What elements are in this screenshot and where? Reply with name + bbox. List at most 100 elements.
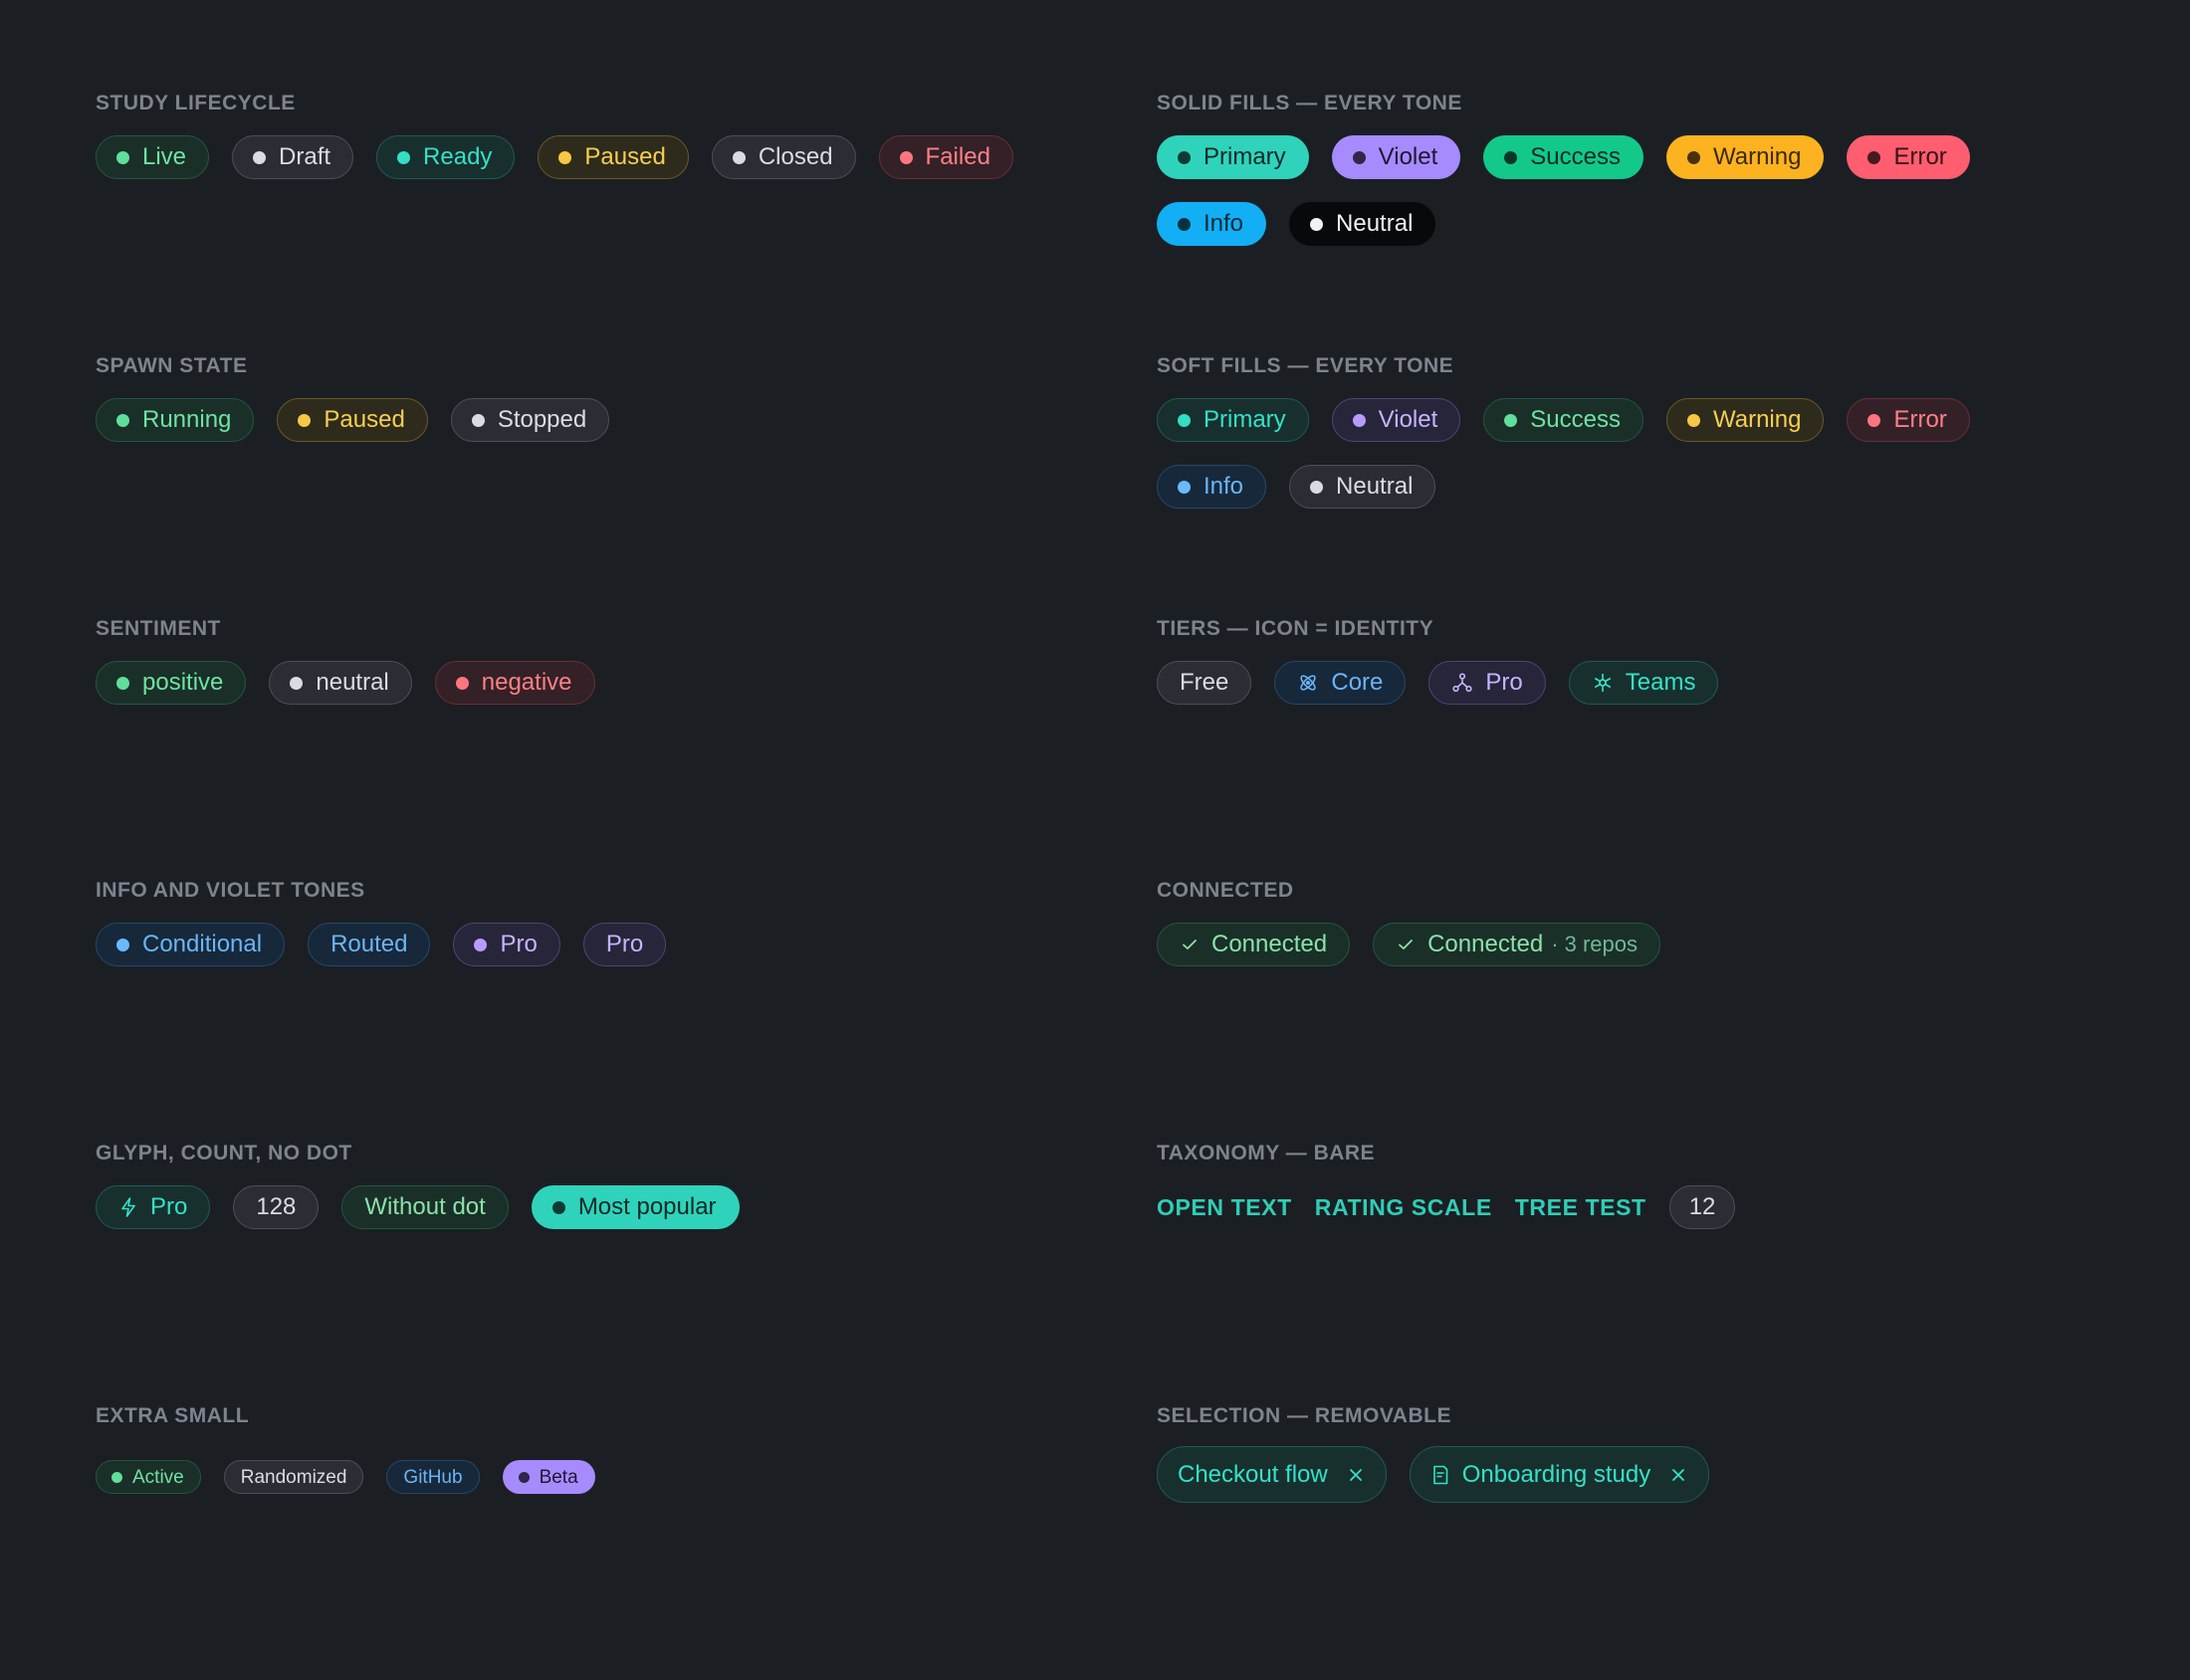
badge-label: Running [142, 406, 232, 433]
badge-closed: Closed [711, 135, 856, 179]
badge-paused: Paused [277, 398, 428, 442]
badge-label: Error [1893, 143, 1947, 170]
status-dot [474, 938, 488, 951]
status-dot [116, 150, 129, 164]
badge-label: neutral [316, 669, 389, 696]
badge-solid-success: Success [1483, 135, 1643, 179]
status-dot [455, 676, 469, 690]
repo-count: · 3 repos [1551, 932, 1639, 956]
status-dot [1310, 217, 1324, 231]
status-dot [1504, 413, 1518, 427]
status-dot [1686, 413, 1700, 427]
badge-github: GitHub [386, 1460, 480, 1494]
badge-label: Failed [925, 143, 990, 170]
section-study-lifecycle: STUDY LIFECYCLE Live Draft Ready Paused … [96, 90, 1141, 179]
badge-label: Success [1530, 406, 1621, 433]
badge-label: Draft [279, 143, 331, 170]
status-dot [518, 1471, 530, 1483]
badge-label: Stopped [497, 406, 587, 433]
badge-label: Connected [1211, 931, 1328, 957]
status-dot [116, 413, 129, 427]
close-icon[interactable] [1670, 1467, 1686, 1483]
badge-label: Info [1204, 473, 1244, 500]
status-dot [116, 938, 129, 951]
badge-label: Pro [500, 931, 538, 957]
badge-label: Warning [1712, 406, 1802, 433]
badge-label: Primary [1204, 406, 1286, 433]
status-dot [1178, 413, 1191, 427]
badge-group: Pro 128 Without dot Most popular [96, 1185, 1141, 1229]
section-title: EXTRA SMALL [96, 1404, 250, 1427]
badge-label: Connected [1427, 931, 1544, 957]
section-title: TIERS — ICON = IDENTITY [1157, 617, 1434, 640]
badge-label: negative [481, 669, 572, 696]
badge-label: Randomized [240, 1466, 347, 1488]
badge-label: positive [142, 669, 224, 696]
section-title: SOFT FILLS — EVERY TONE [1157, 354, 1454, 377]
check-icon [1180, 935, 1200, 954]
badge-group: Checkout flow Onboarding study [1157, 1446, 2053, 1503]
badge-solid-neutral: Neutral [1289, 202, 1436, 246]
badge-soft-neutral: Neutral [1289, 465, 1436, 509]
badge-neutral: neutral [269, 661, 412, 705]
taxonomy-rating-scale: RATING SCALE [1314, 1193, 1492, 1220]
badge-label: Primary [1204, 143, 1286, 170]
badge-tier-teams: Teams [1568, 661, 1719, 705]
chip-label: Checkout flow [1178, 1460, 1328, 1488]
badge-label: Live [142, 143, 187, 170]
chip-label: Onboarding study [1461, 1460, 1651, 1488]
badge-soft-info: Info [1157, 465, 1267, 509]
close-icon[interactable] [1348, 1467, 1364, 1483]
section-taxonomy: TAXONOMY — BARE OPEN TEXT RATING SCALE T… [1157, 1140, 2053, 1229]
badge-glyph-pro: Pro [96, 1185, 211, 1229]
section-title: SOLID FILLS — EVERY TONE [1157, 92, 1462, 114]
status-dot [1867, 150, 1881, 164]
section-info-violet: INFO AND VIOLET TONES Conditional Routed… [96, 877, 1141, 966]
badge-soft-warning: Warning [1665, 398, 1825, 442]
check-icon [1396, 935, 1416, 954]
badge-negative: negative [434, 661, 595, 705]
section-solid-fills: SOLID FILLS — EVERY TONE Primary Violet … [1157, 90, 2053, 246]
status-dot [1686, 150, 1700, 164]
section-title: SENTIMENT [96, 617, 221, 640]
taxonomy-open-text: OPEN TEXT [1157, 1193, 1292, 1220]
badge-label: Conditional [142, 931, 263, 957]
badge-label: Free [1180, 669, 1229, 696]
badge-most-popular: Most popular [531, 1185, 740, 1229]
status-dot [899, 150, 913, 164]
badge-draft: Draft [232, 135, 354, 179]
badge-running: Running [96, 398, 255, 442]
badge-label: Neutral [1336, 473, 1414, 500]
badge-label: Paused [324, 406, 405, 433]
status-dot [1178, 480, 1191, 494]
badge-label: Most popular [577, 1193, 717, 1220]
badge-solid-violet: Violet [1331, 135, 1461, 179]
status-dot [1178, 217, 1191, 231]
document-icon [1430, 1464, 1450, 1486]
section-title: INFO AND VIOLET TONES [96, 879, 365, 902]
badge-tier-pro: Pro [1428, 661, 1546, 705]
section-title: SELECTION — REMOVABLE [1157, 1404, 1451, 1427]
badge-label: GitHub [403, 1466, 463, 1488]
badge-group: positive neutral negative [96, 661, 1141, 705]
badge-pro-dot: Pro [453, 923, 560, 966]
badge-label: 12 [1688, 1193, 1716, 1220]
badge-tier-free: Free [1157, 661, 1252, 705]
badge-label: Info [1204, 210, 1244, 237]
badge-conditional: Conditional [96, 923, 286, 966]
badge-group: Running Paused Stopped [96, 398, 1141, 442]
section-title: STUDY LIFECYCLE [96, 92, 296, 114]
section-selection: SELECTION — REMOVABLE Checkout flow Onbo… [1157, 1402, 2053, 1503]
badge-label: 128 [256, 1193, 297, 1220]
status-dot [116, 676, 129, 690]
taxonomy-row: OPEN TEXT RATING SCALE TREE TEST 12 [1157, 1185, 2053, 1229]
status-dot [1352, 413, 1366, 427]
badge-label: Violet [1378, 406, 1438, 433]
section-sentiment: SENTIMENT positive neutral negative [96, 615, 1141, 705]
nodes-icon [1451, 672, 1473, 694]
badge-label: Error [1893, 406, 1947, 433]
badge-group: Active Randomized GitHub Beta [96, 1460, 1141, 1494]
badge-label: Without dot [364, 1193, 486, 1220]
status-dot [1310, 480, 1324, 494]
badge-label: Active [132, 1466, 184, 1488]
